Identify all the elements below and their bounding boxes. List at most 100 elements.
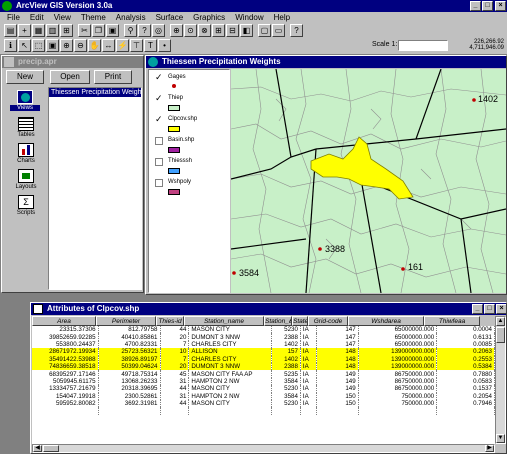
zoom-selected-button[interactable]: ⊗ <box>198 24 211 37</box>
draw-tool[interactable]: • <box>158 39 171 52</box>
table-row[interactable]: 28671972.19934 25723.56321 10 ALLISON 157 IA 1… <box>32 348 495 356</box>
new-button[interactable]: New <box>6 70 44 84</box>
table-row[interactable]: 23315.37306 812.79758 44 MASON CITY 5230 IA 14… <box>32 326 495 334</box>
column-header-wshdarea[interactable]: Wshdarea <box>348 316 424 326</box>
menu-file[interactable]: File <box>2 13 25 23</box>
vertical-scrollbar[interactable]: ▲ ▼ <box>495 316 506 444</box>
theme-checkbox[interactable] <box>155 158 163 166</box>
open-button[interactable]: Open <box>50 70 90 84</box>
table-row[interactable]: 553800.24437 4700.82331 7 CHARLES CITY 1402 I… <box>32 340 495 349</box>
menu-window[interactable]: Window <box>230 13 268 23</box>
column-header-state[interactable]: State <box>292 316 308 326</box>
zoom-in-tool[interactable]: ⊕ <box>60 39 73 52</box>
zoom-active-button[interactable]: ⊙ <box>184 24 197 37</box>
query-button[interactable]: ? <box>138 24 151 37</box>
pointer-tool[interactable]: ↖ <box>18 39 31 52</box>
minimize-button[interactable]: _ <box>470 1 481 11</box>
table-cell: IA <box>300 333 318 341</box>
help-button[interactable]: ? <box>290 24 303 37</box>
clear-selection-button[interactable]: ▭ <box>272 24 285 37</box>
measure-tool[interactable]: ↔ <box>102 39 115 52</box>
zoom-in-button[interactable]: ⊞ <box>212 24 225 37</box>
theme-checkbox[interactable]: ✓ <box>155 115 163 124</box>
theme-symbol <box>168 147 180 153</box>
pan-tool[interactable]: ✋ <box>88 39 101 52</box>
maximize-button[interactable]: □ <box>482 1 493 11</box>
find-button[interactable]: ⚲ <box>124 24 137 37</box>
scroll-down-arrow[interactable]: ▼ <box>496 434 505 443</box>
scroll-right-arrow[interactable]: ▶ <box>485 445 494 452</box>
copy-button[interactable]: ❐ <box>92 24 105 37</box>
zoom-previous-button[interactable]: ◧ <box>240 24 253 37</box>
scroll-thumb[interactable] <box>496 327 505 343</box>
table-row[interactable] <box>32 407 495 415</box>
paste-button[interactable]: ▣ <box>106 24 119 37</box>
column-header-station-name[interactable]: Station_name <box>184 316 264 326</box>
theme-properties-button[interactable]: ▦ <box>32 24 45 37</box>
legend-editor-button[interactable]: ▥ <box>46 24 59 37</box>
menu-analysis[interactable]: Analysis <box>111 13 151 23</box>
menu-help[interactable]: Help <box>269 13 295 23</box>
table-maximize-button[interactable]: □ <box>484 304 495 314</box>
zoom-out-tool[interactable]: ⊖ <box>74 39 87 52</box>
horizontal-scrollbar[interactable]: ◀ ▶ <box>32 444 495 453</box>
scroll-up-arrow[interactable]: ▲ <box>496 317 505 326</box>
zoom-out-button[interactable]: ⊟ <box>226 24 239 37</box>
menu-edit[interactable]: Edit <box>25 13 49 23</box>
table-row[interactable]: 595952.80082 3692.31981 44 MASON CITY 5230 IA… <box>32 399 495 408</box>
locate-button[interactable]: ◎ <box>152 24 165 37</box>
category-scripts[interactable]: Σ Scripts <box>12 195 40 216</box>
table-cell: 50399.04624 <box>98 362 161 371</box>
menu-surface[interactable]: Surface <box>151 13 189 23</box>
table-cell: 3692.31981 <box>98 399 161 408</box>
hscroll-thumb[interactable] <box>43 445 59 452</box>
close-button[interactable]: × <box>495 1 506 11</box>
category-tables[interactable]: Tables <box>12 117 40 138</box>
menu-theme[interactable]: Theme <box>76 13 111 23</box>
scroll-left-arrow[interactable]: ◀ <box>33 445 42 452</box>
add-theme-button[interactable]: + <box>18 24 31 37</box>
table-row[interactable]: 13334757.21679 20318.39695 44 MASON CITY 523… <box>32 385 495 393</box>
save-project-button[interactable]: ▤ <box>4 24 17 37</box>
menu-view[interactable]: View <box>49 13 76 23</box>
column-header-grid-code[interactable]: Grid-code <box>308 316 348 326</box>
map-display[interactable]: 1402 3388 3584 161 <box>231 69 506 293</box>
print-button[interactable]: Print <box>94 70 132 84</box>
table-row[interactable]: 35491422.53988 38926.89197 7 CHARLES CITY 14… <box>32 355 495 363</box>
table-row[interactable]: 68395297.17146 49718.75314 45 MASON CITY FA… <box>32 370 495 378</box>
table-row[interactable]: 74836659.38518 50399.04624 20 DUMONT 3 NNW 2… <box>32 362 495 371</box>
table-row[interactable]: 39852659.92285 40410.85861 20 DUMONT 3 NNW 2… <box>32 333 495 341</box>
text-tool[interactable]: T <box>144 39 157 52</box>
column-header-area[interactable]: Area <box>32 316 96 326</box>
cut-button[interactable]: ✂ <box>78 24 91 37</box>
theme-checkbox[interactable] <box>155 137 163 145</box>
column-header-station-[interactable]: Station_& <box>264 316 292 326</box>
table-cell: 812.79758 <box>98 326 161 334</box>
table-cell <box>32 407 99 415</box>
table-row[interactable]: 5059945.61175 13068.26233 31 HAMPTON 2 NW 35… <box>32 377 495 386</box>
theme-checkbox[interactable]: ✓ <box>155 94 163 103</box>
select-feature-tool[interactable]: ▣ <box>46 39 59 52</box>
menu-graphics[interactable]: Graphics <box>188 13 230 23</box>
vertex-edit-tool[interactable]: ⬚ <box>32 39 45 52</box>
select-features-button[interactable]: ▢ <box>258 24 271 37</box>
column-header-thiwfeaa[interactable]: Thiwfeaa <box>424 316 480 326</box>
scale-input[interactable] <box>398 40 448 51</box>
table-button[interactable]: ⊞ <box>60 24 73 37</box>
table-minimize-button[interactable]: _ <box>472 304 483 314</box>
zoom-full-button[interactable]: ⊕ <box>170 24 183 37</box>
table-close-button[interactable]: × <box>496 304 506 314</box>
identify-tool[interactable]: ℹ <box>4 39 17 52</box>
theme-checkbox[interactable] <box>155 179 163 187</box>
hotlink-tool[interactable]: ⚡ <box>116 39 129 52</box>
label-tool[interactable]: ⊤ <box>130 39 143 52</box>
column-header-perimeter[interactable]: Perimeter <box>96 316 156 326</box>
category-charts[interactable]: Charts <box>12 143 40 164</box>
view-list-item[interactable]: Thiessen Precipitation Weights <box>49 88 141 97</box>
column-header-thies-id[interactable]: Thies-id <box>156 316 184 326</box>
category-views[interactable]: Views <box>10 90 40 111</box>
category-layouts[interactable]: Layouts <box>12 169 40 190</box>
table-row[interactable]: 154047.19918 2300.52861 31 HAMPTON 2 NW 3584… <box>32 392 495 400</box>
theme-checkbox[interactable]: ✓ <box>155 73 163 82</box>
table-cell: IA <box>300 362 318 371</box>
